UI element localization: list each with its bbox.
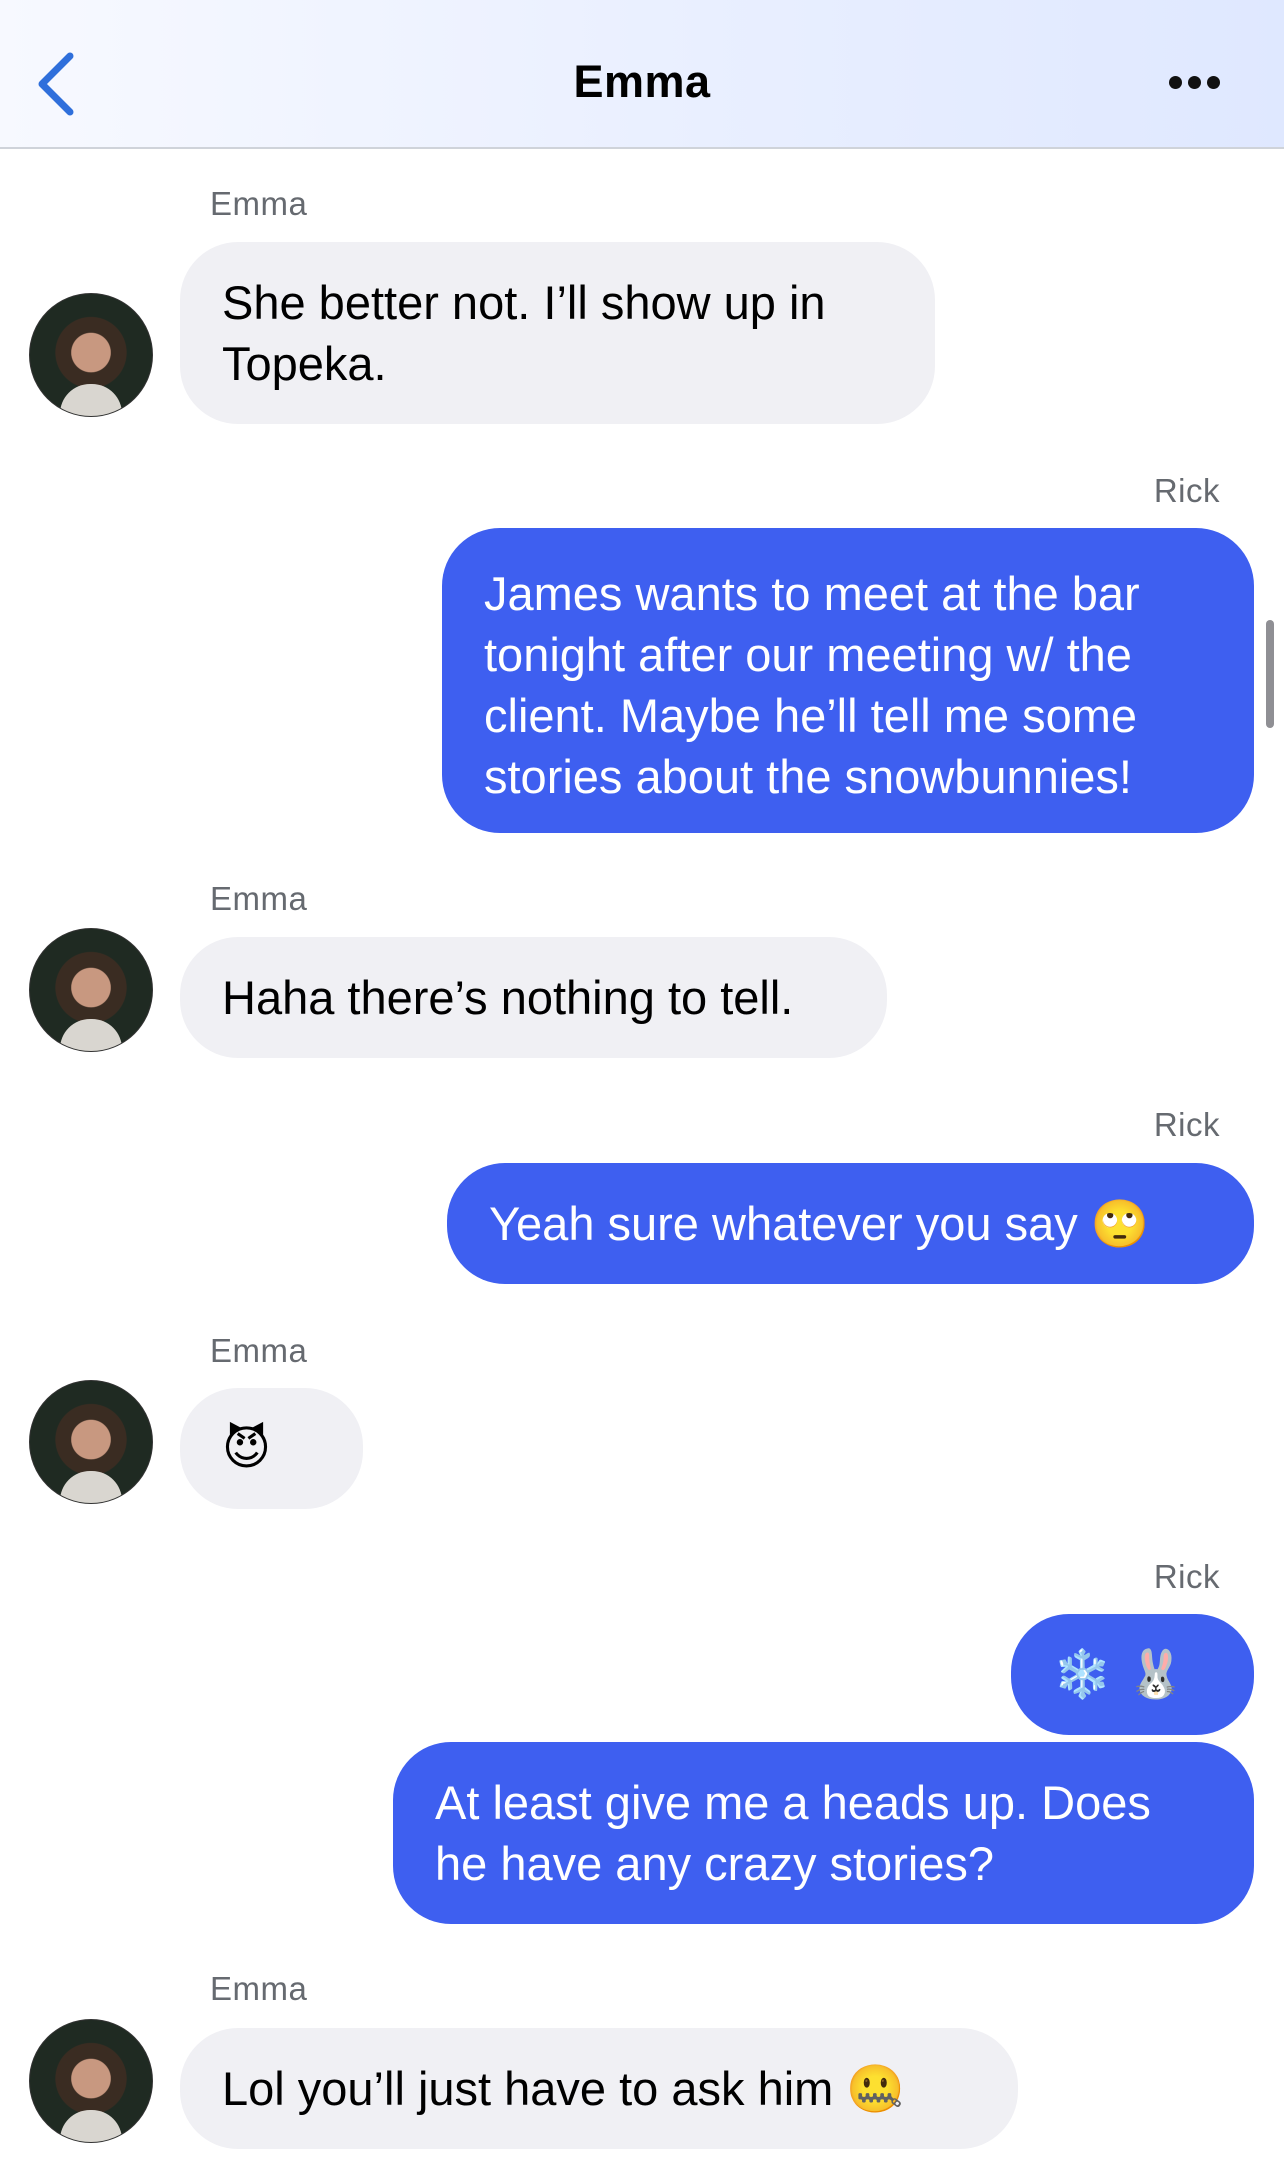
message-text: She better not. I’ll show up in Topeka. <box>222 276 826 390</box>
more-options-button[interactable] <box>1160 68 1230 98</box>
avatar[interactable] <box>29 1380 153 1504</box>
message-text: At least give me a heads up. Does he hav… <box>435 1776 1151 1890</box>
scrollbar[interactable] <box>1266 620 1274 728</box>
message-text: James wants to meet at the bar tonight a… <box>484 567 1140 803</box>
message-bubble-outgoing[interactable]: James wants to meet at the bar tonight a… <box>442 528 1254 833</box>
message-sender: Emma <box>210 1332 308 1369</box>
avatar[interactable] <box>29 2019 153 2143</box>
message-bubble-incoming[interactable]: Lol you’ll just have to ask him 🤐 <box>180 2028 1018 2149</box>
avatar[interactable] <box>29 928 153 1052</box>
message-sender: Rick <box>1153 1558 1220 1595</box>
message-bubble-incoming[interactable]: Haha there’s nothing to tell. <box>180 937 887 1058</box>
message-bubble-incoming[interactable]: She better not. I’ll show up in Topeka. <box>180 242 935 424</box>
message-sender: Emma <box>210 185 308 222</box>
message-sender: Emma <box>210 1970 308 2007</box>
message-text: Haha there’s nothing to tell. <box>222 971 794 1024</box>
message-bubble-outgoing[interactable]: Yeah sure whatever you say 🙄 <box>447 1163 1254 1284</box>
chat-title: Emma <box>573 56 711 107</box>
message-text: 😈 <box>222 1421 271 1476</box>
message-bubble-outgoing[interactable]: ❄️ 🐰 <box>1011 1614 1254 1735</box>
avatar[interactable] <box>29 293 153 417</box>
message-bubble-outgoing[interactable]: At least give me a heads up. Does he hav… <box>393 1742 1254 1924</box>
message-text: Lol you’ll just have to ask him 🤐 <box>222 2062 905 2115</box>
message-bubble-incoming[interactable]: 😈 <box>180 1388 363 1509</box>
message-text: ❄️ 🐰 <box>1053 1647 1185 1702</box>
message-sender: Rick <box>1153 1106 1220 1143</box>
message-sender: Emma <box>210 880 308 917</box>
ellipsis-icon[interactable] <box>1169 76 1182 89</box>
chat-header: Emma <box>0 0 1284 149</box>
message-text: Yeah sure whatever you say 🙄 <box>489 1197 1150 1250</box>
message-sender: Rick <box>1153 472 1220 509</box>
